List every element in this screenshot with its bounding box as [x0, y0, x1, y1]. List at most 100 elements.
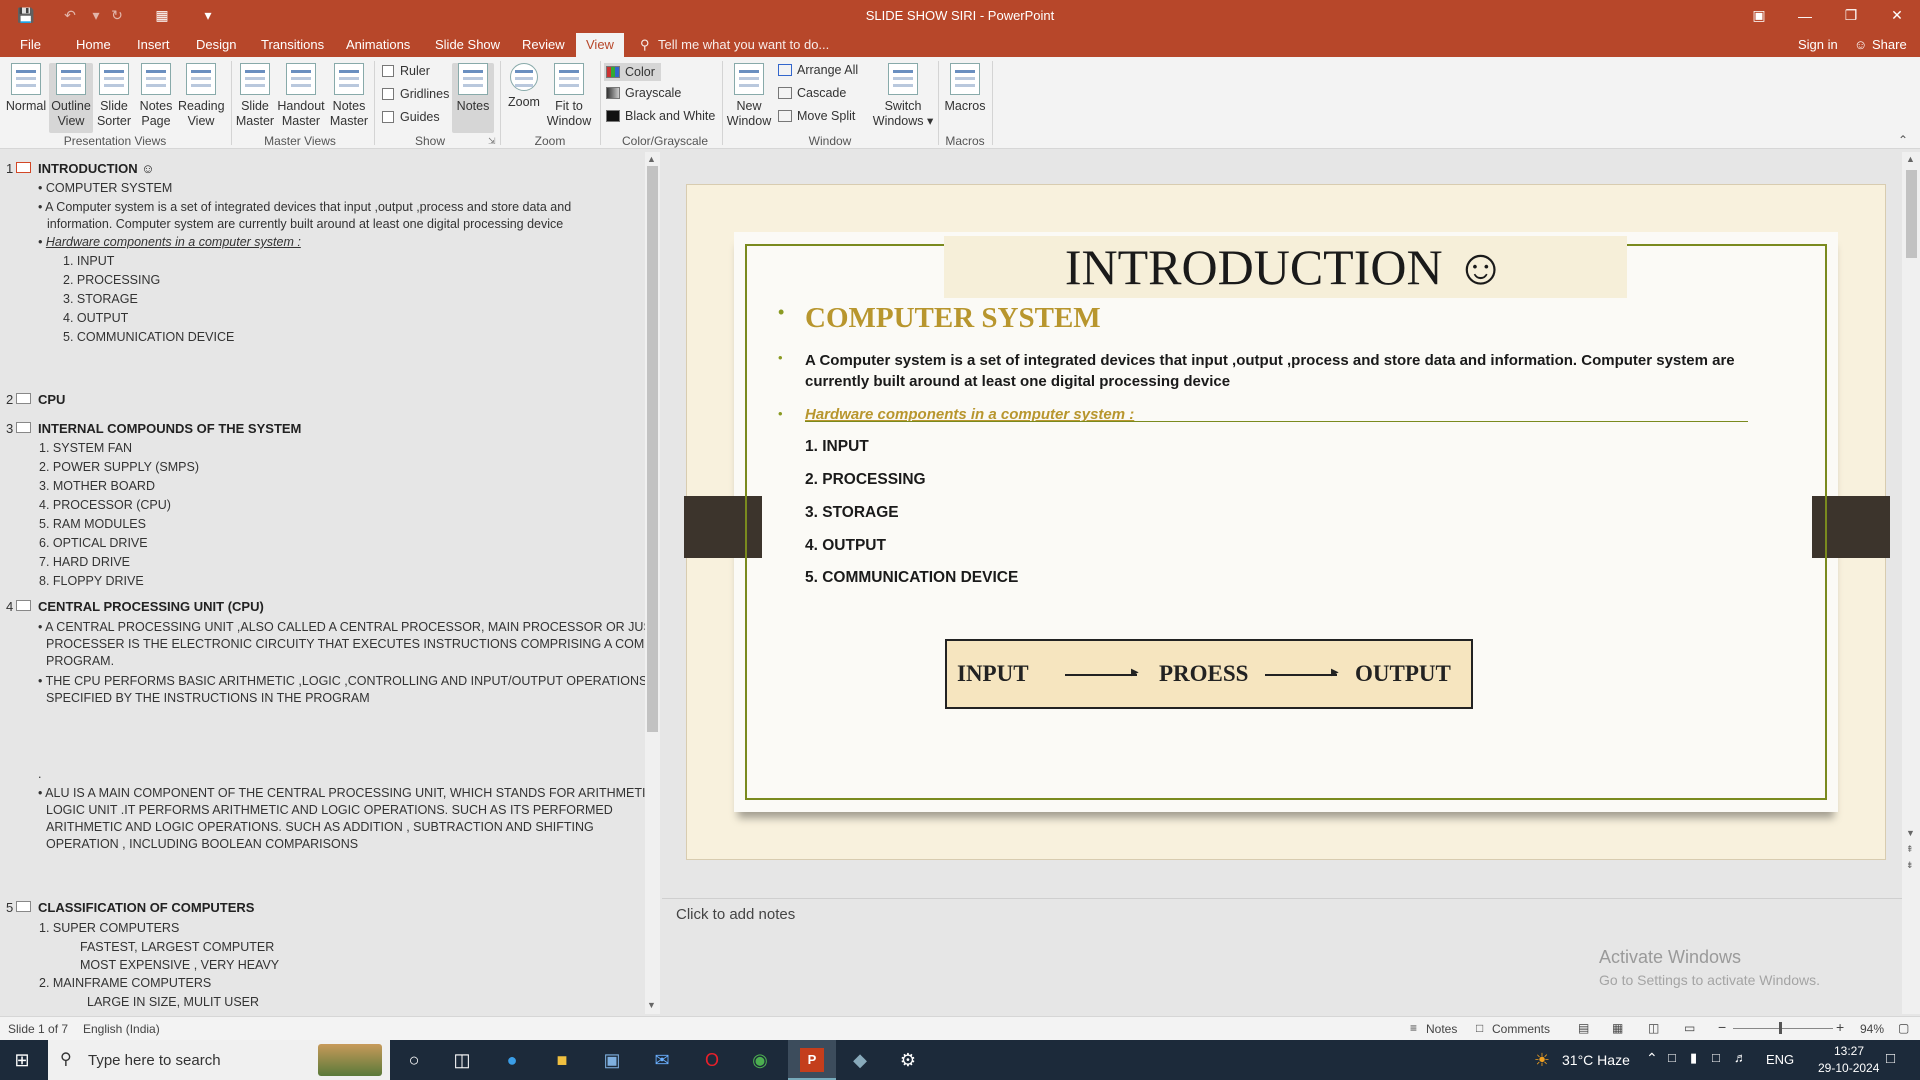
tab-file[interactable]: File [20, 37, 41, 52]
notes-status-button[interactable]: Notes [1426, 1022, 1457, 1036]
previous-slide-icon[interactable]: ⇞ [1906, 844, 1914, 855]
clock-date[interactable]: 29-10-2024 [1818, 1061, 1879, 1075]
clock-time[interactable]: 13:27 [1834, 1044, 1864, 1058]
language-indicator[interactable]: English (India) [83, 1022, 160, 1036]
outline-item[interactable]: 3. MOTHER BOARD [39, 479, 155, 493]
outline-text[interactable]: PROCESSER IS THE ELECTRONIC CIRCUITY THA… [46, 637, 650, 651]
grayscale-button[interactable]: Grayscale [606, 86, 681, 100]
comments-button[interactable]: Comments [1492, 1022, 1550, 1036]
tab-transitions[interactable]: Transitions [261, 37, 324, 52]
outline-scrollbar[interactable]: ▲ ▼ [645, 152, 660, 1014]
notes-master-button[interactable]: Notes Master [328, 63, 370, 129]
comments-icon[interactable]: □ [1476, 1021, 1483, 1035]
outline-slide-title[interactable]: CLASSIFICATION OF COMPUTERS [38, 900, 254, 915]
file-explorer-icon[interactable]: ■ [548, 1046, 576, 1074]
tab-home[interactable]: Home [76, 37, 111, 52]
outline-bullet[interactable]: • THE CPU PERFORMS BASIC ARITHMETIC ,LOG… [38, 674, 647, 688]
volume-icon[interactable]: ♬ [1734, 1050, 1747, 1065]
slide-list-item[interactable]: 1. INPUT [805, 438, 869, 456]
outline-item[interactable]: 3. STORAGE [63, 292, 138, 306]
tab-review[interactable]: Review [522, 37, 565, 52]
ribbon-display-icon[interactable]: ▣ [1736, 0, 1782, 31]
black-white-button[interactable]: Black and White [606, 109, 715, 123]
collapse-ribbon-icon[interactable]: ⌃ [1898, 133, 1908, 147]
outline-slide-title[interactable]: CPU [38, 392, 65, 407]
zoom-percent[interactable]: 94% [1860, 1022, 1884, 1036]
slide-sorter-icon[interactable]: ▦ [1612, 1021, 1623, 1035]
outline-item[interactable]: 2. POWER SUPPLY (SMPS) [39, 460, 199, 474]
notes-toggle-button[interactable]: Notes [452, 63, 494, 133]
show-hidden-icons-icon[interactable]: ⌃ [1646, 1050, 1658, 1067]
slide-icon[interactable] [16, 393, 31, 404]
slide-icon[interactable] [16, 901, 31, 912]
slide-scrollbar[interactable]: ▲ ▼ ⇞ ⇟ [1902, 152, 1920, 1014]
slide-list-item[interactable]: 4. OUTPUT [805, 537, 886, 555]
slide-list-item[interactable]: 2. PROCESSING [805, 471, 926, 489]
minimize-button[interactable]: — [1782, 0, 1828, 31]
slide-icon[interactable] [16, 162, 31, 173]
battery-icon[interactable]: ▮ [1690, 1050, 1697, 1066]
handout-master-button[interactable]: Handout Master [277, 63, 325, 129]
cortana-icon[interactable]: ○ [400, 1046, 428, 1074]
notes-page-button[interactable]: Notes Page [136, 63, 176, 129]
outline-bullet[interactable]: • ALU IS A MAIN COMPONENT OF THE CENTRAL… [38, 786, 650, 800]
outline-bullet[interactable]: • COMPUTER SYSTEM [38, 181, 172, 195]
outline-item[interactable]: 1. SUPER COMPUTERS [39, 921, 179, 935]
reading-view-button[interactable]: Reading View [178, 63, 225, 129]
gridlines-checkbox[interactable]: Gridlines [382, 87, 449, 101]
task-view-icon[interactable]: ◫ [448, 1046, 476, 1074]
outline-item[interactable]: 4. PROCESSOR (CPU) [39, 498, 171, 512]
outline-bullet[interactable]: • Hardware components in a computer syst… [38, 235, 301, 249]
slide-paragraph-line1[interactable]: A Computer system is a set of integrated… [805, 352, 1735, 369]
zoom-out-icon[interactable]: − [1718, 1019, 1726, 1035]
scroll-up-icon[interactable]: ▲ [1906, 154, 1915, 164]
reading-view-icon[interactable]: ◫ [1648, 1021, 1659, 1035]
outline-bullet[interactable]: • A CENTRAL PROCESSING UNIT ,ALSO CALLED… [38, 620, 650, 634]
opera-icon[interactable]: O [698, 1046, 726, 1074]
restore-button[interactable]: ❐ [1828, 0, 1874, 31]
zoom-in-icon[interactable]: + [1836, 1019, 1844, 1035]
outline-item[interactable]: 2. MAINFRAME COMPUTERS [39, 976, 211, 990]
notes-placeholder[interactable]: Click to add notes [676, 906, 795, 923]
scroll-down-icon[interactable]: ▼ [1906, 828, 1915, 838]
slide-list-item[interactable]: 5. COMMUNICATION DEVICE [805, 569, 1018, 587]
outline-item[interactable]: MOST EXPENSIVE , VERY HEAVY [80, 958, 279, 972]
move-split-button[interactable]: Move Split [778, 109, 855, 123]
outline-item[interactable]: 4. OUTPUT [63, 311, 128, 325]
slide-show-icon[interactable]: ▭ [1684, 1021, 1695, 1035]
scroll-thumb[interactable] [1906, 170, 1917, 258]
chrome-icon[interactable]: ◉ [746, 1046, 774, 1074]
outline-text[interactable]: OPERATION , INCLUDING BOOLEAN COMPARISON… [46, 837, 358, 851]
slide-master-button[interactable]: Slide Master [234, 63, 276, 129]
notification-icon[interactable]: □ [1886, 1050, 1895, 1067]
scroll-thumb[interactable] [647, 166, 658, 732]
cascade-button[interactable]: Cascade [778, 86, 846, 100]
outline-text[interactable]: SPECIFIED BY THE INSTRUCTIONS IN THE PRO… [46, 691, 370, 705]
notes-status-icon[interactable]: ≡ [1410, 1021, 1417, 1035]
share-button[interactable]: Share [1872, 37, 1907, 52]
taskbar-search-box[interactable]: ⚲ Type here to search [48, 1040, 390, 1080]
outline-text[interactable]: . [38, 767, 41, 781]
outline-item[interactable]: 5. RAM MODULES [39, 517, 146, 531]
scroll-down-icon[interactable]: ▼ [647, 1000, 656, 1010]
outline-pane[interactable]: 1 INTRODUCTION ☺ • COMPUTER SYSTEM • A C… [0, 152, 650, 1014]
share-icon[interactable]: ☺ [1854, 37, 1867, 52]
fit-slide-icon[interactable]: ▢ [1898, 1021, 1909, 1035]
tell-me-input[interactable]: Tell me what you want to do... [658, 37, 829, 52]
store-icon[interactable]: ▣ [598, 1046, 626, 1074]
tab-view[interactable]: View [576, 33, 624, 57]
outline-item[interactable]: LARGE IN SIZE, MULIT USER [87, 995, 259, 1009]
outline-item[interactable]: 8. FLOPPY DRIVE [39, 574, 144, 588]
outline-bullet[interactable]: • A Computer system is a set of integrat… [38, 200, 571, 214]
zoom-button[interactable]: Zoom [505, 63, 543, 110]
outline-item[interactable]: 2. PROCESSING [63, 273, 160, 287]
outline-slide-title[interactable]: CENTRAL PROCESSING UNIT (CPU) [38, 599, 264, 614]
slide-heading[interactable]: COMPUTER SYSTEM [805, 302, 1101, 335]
notes-pane[interactable]: Click to add notes Activate Windows Go t… [662, 898, 1902, 1016]
edge-icon[interactable]: ● [498, 1046, 526, 1074]
system-tray-icon[interactable]: □ [1668, 1050, 1676, 1065]
outline-item[interactable]: 1. SYSTEM FAN [39, 441, 132, 455]
app-icon[interactable]: ◆ [846, 1046, 874, 1074]
guides-checkbox[interactable]: Guides [382, 110, 440, 124]
outline-text[interactable]: information. Computer system are current… [47, 217, 563, 231]
